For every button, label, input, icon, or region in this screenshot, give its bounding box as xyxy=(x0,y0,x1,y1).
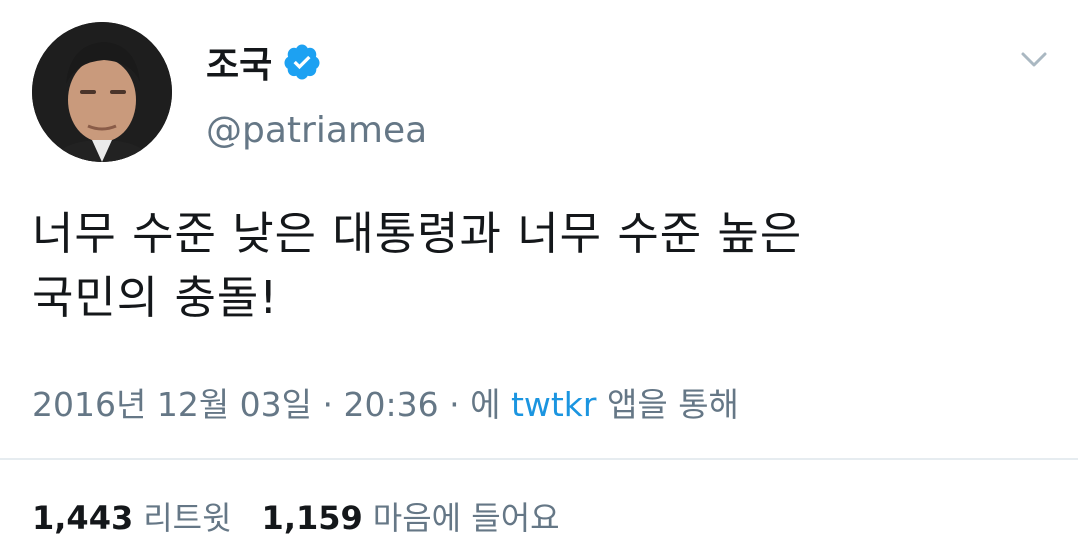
source-app-link[interactable]: twtkr xyxy=(511,385,597,424)
tweet-meta: 2016년 12월 03일 · 20:36 · 에 twtkr 앱을 통해 xyxy=(32,378,739,426)
divider xyxy=(0,458,1078,460)
tweet-text-line-2: 국민의 충돌! xyxy=(32,271,279,324)
source-app-suffix: 앱을 통해 xyxy=(606,385,739,424)
tweet-text: 너무 수준 낮은 대통령과 너무 수준 높은 국민의 충돌! xyxy=(32,202,1042,330)
profile-photo-icon xyxy=(32,22,172,162)
tweet-text-line-1: 너무 수준 낮은 대통령과 너무 수준 높은 xyxy=(32,207,803,260)
tweet-timestamp[interactable]: 2016년 12월 03일 · 20:36 · 에 xyxy=(32,385,500,424)
retweets-count: 1,443 xyxy=(32,499,134,537)
retweets-stat[interactable]: 1,443 리트윗 xyxy=(32,493,232,539)
likes-count: 1,159 xyxy=(261,499,363,537)
likes-stat[interactable]: 1,159 마음에 들어요 xyxy=(262,493,560,539)
author-handle[interactable]: @patriamea xyxy=(206,110,427,151)
retweets-label: 리트윗 xyxy=(143,499,232,537)
author-name-row[interactable]: 조국 xyxy=(206,36,322,88)
avatar[interactable] xyxy=(32,22,172,162)
likes-label: 마음에 들어요 xyxy=(372,499,560,537)
tweet-card: 조국 @patriamea 너무 수준 낮은 대통령과 너무 수준 높은 국민의… xyxy=(0,0,1078,554)
chevron-down-icon[interactable] xyxy=(1020,50,1048,70)
verified-badge-icon xyxy=(284,44,320,80)
author-name[interactable]: 조국 xyxy=(206,36,272,88)
tweet-stats: 1,443 리트윗 1,159 마음에 들어요 xyxy=(32,493,560,539)
